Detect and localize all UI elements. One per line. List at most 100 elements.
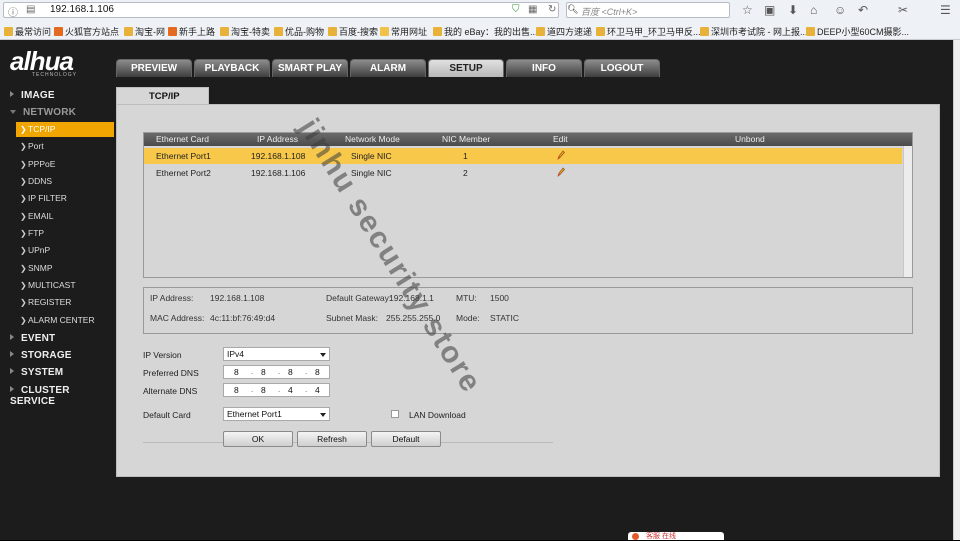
- bookmark-item[interactable]: 深圳市考试院 - 网上报...: [700, 25, 808, 38]
- preferred-dns-input[interactable]: 8. 8. 8. 8: [223, 365, 330, 379]
- shield-icon[interactable]: ⛉: [512, 4, 520, 15]
- chat-widget[interactable]: 客服 在线: [628, 532, 724, 540]
- chevron-right-icon: ❯: [20, 229, 27, 238]
- chevron-right-icon: ❯: [20, 142, 27, 151]
- bookmark-icon: [433, 27, 442, 36]
- sidebar-item-tcpip[interactable]: ❯ TCP/IP: [16, 122, 114, 137]
- chevron-right-icon: ❯: [20, 160, 27, 169]
- sidebar-item-alarm-center[interactable]: ❯ ALARM CENTER: [16, 313, 114, 328]
- bookmark-icon: [274, 27, 283, 36]
- bookmark-icon: [536, 27, 545, 36]
- tab-logout[interactable]: LOGOUT: [584, 59, 660, 77]
- network-info-box: IP Address: 192.168.1.108 Default Gatewa…: [143, 287, 913, 334]
- col-edit: Edit: [553, 134, 568, 144]
- sidebar-item-email[interactable]: ❯ EMAIL: [16, 209, 114, 224]
- search-bar[interactable]: 🔍︎ 百度 <Ctrl+K>: [566, 2, 730, 18]
- star-icon[interactable]: ☆: [742, 3, 753, 17]
- search-icon: 🔍︎: [567, 4, 579, 14]
- sidebar-group-storage[interactable]: STORAGE: [10, 350, 72, 361]
- sidebar-item-multicast[interactable]: ❯ MULTICAST: [16, 278, 114, 293]
- col-ethernet-card: Ethernet Card: [156, 134, 209, 144]
- reading-icon[interactable]: ▣: [764, 3, 775, 17]
- chevron-down-icon: [320, 353, 326, 357]
- chat-icon[interactable]: ☺: [834, 3, 846, 17]
- tools-icon[interactable]: ✂: [898, 3, 908, 17]
- chevron-right-icon: ❯: [20, 212, 27, 221]
- download-icon[interactable]: ⬇: [788, 3, 798, 17]
- sidebar-item-ip-filter[interactable]: ❯ IP FILTER: [16, 191, 114, 206]
- bookmark-item[interactable]: 常用网址: [380, 25, 427, 38]
- info-icon[interactable]: ⓘ: [8, 4, 18, 19]
- cell-card: Ethernet Port2: [156, 168, 211, 178]
- sidebar-group-network[interactable]: NETWORK: [10, 107, 76, 118]
- tab-alarm[interactable]: ALARM: [350, 59, 426, 77]
- bookmark-item[interactable]: DEEP小型60CM摄影...: [806, 25, 909, 38]
- tcpip-panel: Ethernet Card IP Address Network Mode NI…: [116, 104, 940, 477]
- refresh-button[interactable]: Refresh: [297, 431, 367, 447]
- default-card-select[interactable]: Ethernet Port1: [223, 407, 330, 421]
- sidebar-item-port[interactable]: ❯ Port: [16, 139, 114, 154]
- ok-button[interactable]: OK: [223, 431, 293, 447]
- sidebar-group-image[interactable]: IMAGE: [10, 90, 55, 101]
- bookmark-item[interactable]: 淘宝-特卖: [220, 25, 270, 38]
- bookmark-item[interactable]: 最常访问: [4, 25, 51, 38]
- sidebar-item-snmp[interactable]: ❯ SNMP: [16, 261, 114, 276]
- sidebar-item-register[interactable]: ❯ REGISTER: [16, 295, 114, 310]
- alternate-dns-label: Alternate DNS: [143, 386, 198, 396]
- bookmark-item[interactable]: 百度-搜索: [328, 25, 378, 38]
- bookmark-item[interactable]: 火狐官方站点: [54, 25, 119, 38]
- page-scrollbar[interactable]: [953, 40, 960, 540]
- gateway-label: Default Gateway:: [326, 293, 392, 303]
- sidebar-item-upnp[interactable]: ❯ UPnP: [16, 243, 114, 258]
- bookmark-item[interactable]: 淘宝-网: [124, 25, 165, 38]
- bookmark-item[interactable]: 我的 eBay：我的出售...: [433, 25, 538, 38]
- preferred-dns-label: Preferred DNS: [143, 368, 199, 378]
- ip-version-select[interactable]: IPv4: [223, 347, 330, 361]
- sidebar-group-system[interactable]: SYSTEM: [10, 367, 63, 378]
- bookmark-item[interactable]: 新手上路: [168, 25, 215, 38]
- address-bar[interactable]: ⓘ ▤ 192.168.1.106 ⛉ ▦ ↻: [3, 2, 559, 19]
- col-unbond: Unbond: [735, 134, 765, 144]
- undo-icon[interactable]: ↶: [858, 3, 868, 17]
- tab-preview[interactable]: PREVIEW: [116, 59, 192, 77]
- table-header: Ethernet Card IP Address Network Mode NI…: [144, 133, 912, 146]
- bookmark-icon: [220, 27, 229, 36]
- table-row[interactable]: Ethernet Port2 192.168.1.106 Single NIC …: [144, 165, 902, 181]
- sidebar-group-event[interactable]: EVENT: [10, 333, 55, 344]
- sidebar-item-ddns[interactable]: ❯ DDNS: [16, 174, 114, 189]
- bookmark-item[interactable]: 环卫马甲_环卫马甲反...: [596, 25, 701, 38]
- search-placeholder: 百度 <Ctrl+K>: [581, 7, 638, 17]
- table-scrollbar[interactable]: [903, 146, 912, 277]
- edit-icon[interactable]: [557, 167, 565, 177]
- edit-icon[interactable]: [557, 150, 565, 160]
- menu-icon[interactable]: ☰: [940, 3, 951, 17]
- alternate-dns-input[interactable]: 8. 8. 4. 4: [223, 383, 330, 397]
- grid-icon[interactable]: ▦: [528, 4, 537, 15]
- home-icon[interactable]: ⌂: [810, 3, 817, 17]
- tab-playback[interactable]: PLAYBACK: [194, 59, 270, 77]
- lan-download-checkbox[interactable]: [391, 410, 399, 418]
- sidebar-item-pppoe[interactable]: ❯ PPPoE: [16, 157, 114, 172]
- tab-smart-play[interactable]: SMART PLAY: [272, 59, 348, 77]
- table-row[interactable]: Ethernet Port1 192.168.1.108 Single NIC …: [144, 148, 902, 164]
- tab-info[interactable]: INFO: [506, 59, 582, 77]
- ip-address-value: 192.168.1.108: [210, 293, 265, 303]
- address-text[interactable]: 192.168.1.106: [50, 4, 114, 15]
- collapse-icon: [10, 110, 16, 114]
- tab-setup[interactable]: SETUP: [428, 59, 504, 77]
- default-button[interactable]: Default: [371, 431, 441, 447]
- lan-download-label: LAN Download: [409, 410, 466, 420]
- reload-icon[interactable]: ↻: [548, 4, 556, 15]
- sidebar-group-cluster-service[interactable]: CLUSTER SERVICE: [10, 385, 116, 407]
- bookmark-item[interactable]: 道四方速递: [536, 25, 592, 38]
- firefox-icon: [54, 27, 63, 36]
- sidebar-item-ftp[interactable]: ❯ FTP: [16, 226, 114, 241]
- chat-icon: [632, 533, 639, 540]
- expand-icon: [10, 351, 14, 357]
- ethernet-table: Ethernet Card IP Address Network Mode NI…: [143, 132, 913, 278]
- expand-icon: [10, 368, 14, 374]
- panel-tab-tcpip[interactable]: TCP/IP: [116, 87, 209, 105]
- bookmark-item[interactable]: 优品-购物: [274, 25, 324, 38]
- chevron-right-icon: ❯: [20, 264, 27, 273]
- folder-icon: [380, 27, 389, 36]
